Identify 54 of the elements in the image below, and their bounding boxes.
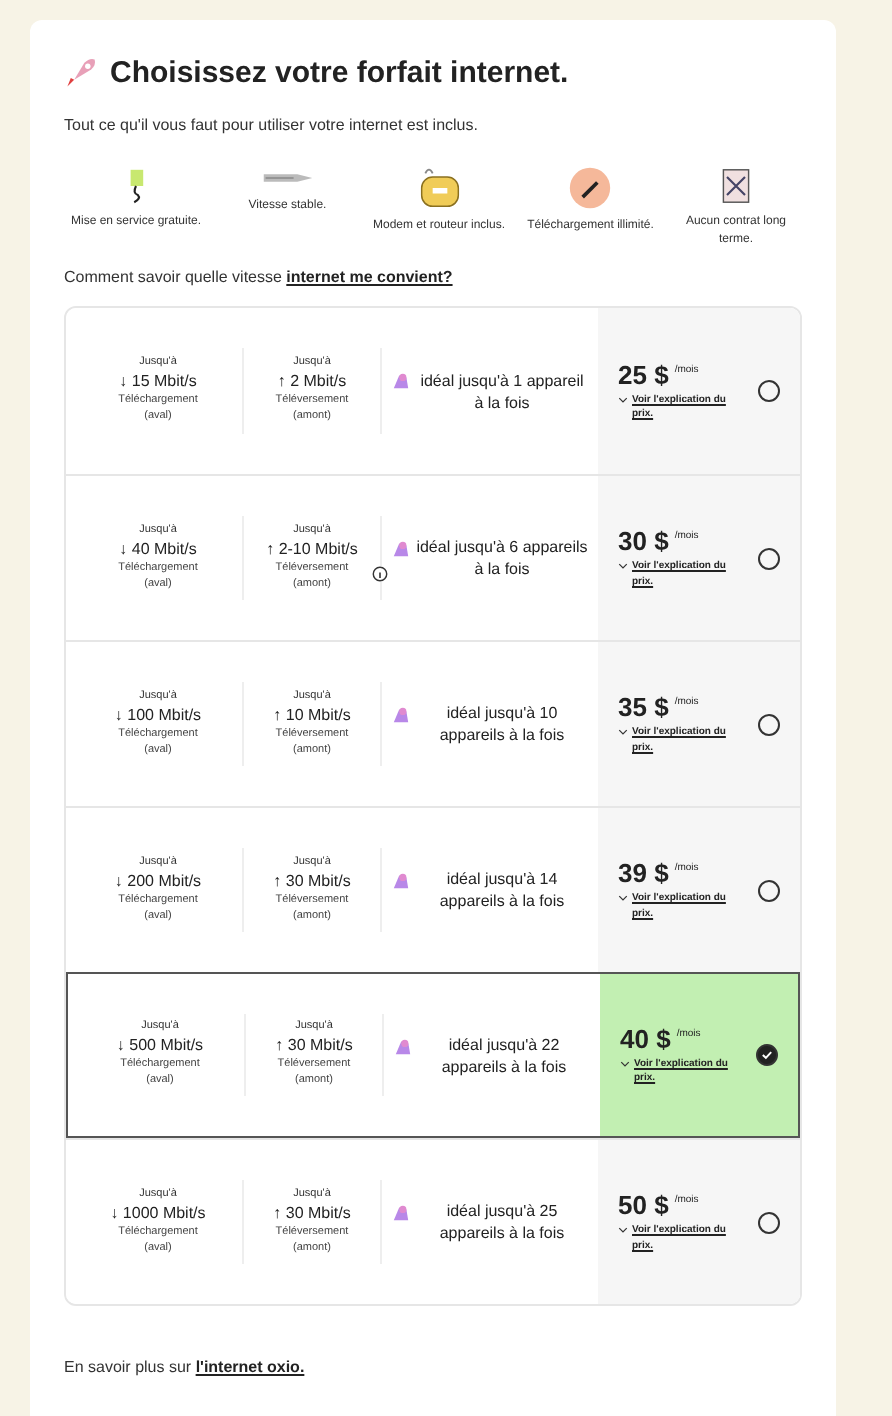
devices-icon	[392, 872, 410, 891]
devices-icon	[392, 372, 410, 391]
radio-button[interactable]	[758, 380, 780, 403]
download-speed: ↓ 500 Mbit/s	[116, 1036, 204, 1055]
price: 25 $	[618, 359, 669, 390]
gauge-icon	[568, 166, 613, 210]
radio-button[interactable]	[758, 1211, 780, 1234]
subtitle: Tout ce qu'il vous faut pour utiliser votre internet est inclus.	[64, 116, 480, 134]
info-icon[interactable]	[372, 566, 388, 583]
price: 40 $	[620, 1023, 671, 1054]
chevron-icon	[618, 728, 628, 737]
upload-speed: ↑ 30 Mbit/s	[273, 1203, 351, 1222]
price: 30 $	[618, 526, 669, 557]
modem-icon	[417, 166, 461, 210]
radio-button[interactable]	[758, 879, 780, 902]
page-title: Choisissez votre forfait internet.	[110, 56, 569, 90]
oxio-link[interactable]: l'internet oxio.	[195, 1358, 305, 1377]
devices-icon	[394, 1038, 412, 1057]
upload-speed: ↑ 2 Mbit/s	[277, 372, 347, 391]
upload-speed: ↑ 10 Mbit/s	[273, 705, 351, 724]
devices-icon	[392, 540, 410, 559]
devices-text: idéal jusqu'à 6 appareils à la fois	[416, 536, 588, 582]
devices-text: idéal jusqu'à 25 appareils à la fois	[437, 1200, 567, 1246]
price: 39 $	[618, 858, 669, 889]
devices-icon	[392, 1204, 410, 1223]
download-speed: ↓ 100 Mbit/s	[114, 705, 202, 724]
chevron-icon	[618, 1226, 628, 1235]
chevron-icon	[618, 894, 628, 903]
devices-text: idéal jusqu'à 1 appareil à la fois	[418, 369, 586, 415]
rocket-icon	[64, 56, 98, 90]
price: 35 $	[618, 692, 669, 723]
chevron-icon	[620, 1059, 630, 1068]
price: 50 $	[618, 1190, 669, 1221]
radio-button[interactable]	[756, 1044, 778, 1067]
speed-guide-link[interactable]: internet me convient?	[286, 268, 453, 287]
download-speed: ↓ 15 Mbit/s	[119, 372, 197, 391]
radio-button[interactable]	[758, 547, 780, 570]
upload-speed: ↑ 30 Mbit/s	[273, 871, 351, 890]
devices-icon	[392, 706, 410, 725]
footer-text: En savoir plus sur l'internet oxio.	[64, 1358, 307, 1377]
upload-speed: ↑ 2-10 Mbit/s	[266, 539, 358, 558]
devices-text: idéal jusqu'à 22 appareils à la fois	[439, 1033, 569, 1079]
chevron-icon	[618, 562, 628, 571]
check-icon	[760, 1048, 774, 1063]
chevron-icon	[618, 395, 628, 404]
speed-question: Comment savoir quelle vitesse internet me convient?	[64, 268, 455, 287]
download-speed: ↓ 1000 Mbit/s	[110, 1203, 206, 1222]
devices-text: idéal jusqu'à 14 appareils à la fois	[437, 868, 567, 914]
radio-button[interactable]	[758, 713, 780, 736]
upload-speed: ↑ 30 Mbit/s	[275, 1036, 353, 1055]
devices-text: idéal jusqu'à 10 appareils à la fois	[437, 702, 567, 748]
download-speed: ↓ 40 Mbit/s	[119, 539, 197, 558]
download-speed: ↓ 200 Mbit/s	[114, 871, 202, 890]
contract-icon	[718, 166, 754, 206]
